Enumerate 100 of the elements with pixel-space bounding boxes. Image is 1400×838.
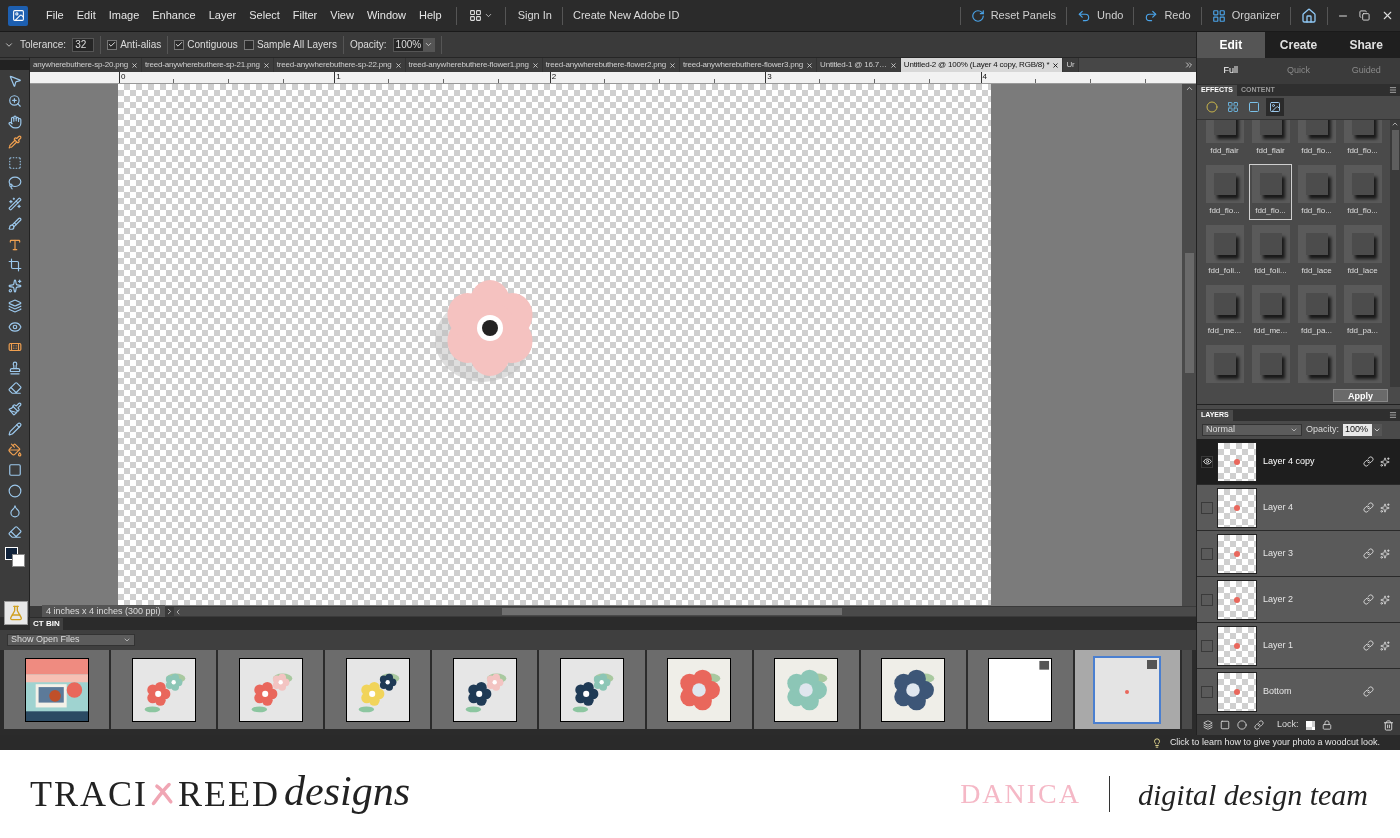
bin-thumbnail[interactable] [432, 650, 538, 729]
document-tab[interactable]: Untitled-2 @ 100% (Layer 4 copy, RGB/8) * [900, 58, 1064, 72]
checkbox[interactable] [107, 39, 118, 50]
document-tab[interactable]: treed-anywherebuthere-flower1.png [405, 58, 543, 72]
close-tab-icon[interactable] [889, 61, 897, 69]
blend-mode-dropdown[interactable]: Normal [1202, 424, 1302, 437]
visibility-toggle[interactable] [1201, 501, 1213, 514]
layer-thumbnail [1217, 533, 1257, 574]
menu-item[interactable]: Window [360, 7, 413, 24]
check-icon [175, 40, 184, 49]
bin-thumbnail[interactable] [646, 650, 752, 729]
ruler-number: 3 [767, 72, 772, 81]
menu-item[interactable]: Image [102, 7, 146, 24]
close-tab-icon[interactable] [262, 61, 270, 69]
bin-thumbnail[interactable] [325, 650, 431, 729]
bin-thumbnail[interactable] [753, 650, 859, 729]
visibility-toggle[interactable] [1201, 685, 1213, 698]
bin-thumbnail[interactable] [539, 650, 645, 729]
effects-scrollbar[interactable] [1390, 119, 1400, 388]
document-tab[interactable]: treed-anywherebuthere-sp-21.png [142, 58, 274, 72]
lightbulb-icon [1151, 737, 1162, 748]
opacity-field[interactable]: 100% [392, 37, 436, 52]
bin-scrollbar[interactable] [1182, 650, 1193, 729]
tip-link[interactable]: Click to learn how to give your photo a woodcut look. [1169, 735, 1380, 750]
visibility-toggle[interactable] [1201, 593, 1213, 606]
document-tab[interactable]: treed-anywherebuthere-sp-22.png [273, 58, 406, 72]
scroll-thumb[interactable] [1391, 129, 1399, 170]
layer-name: Bottom [1263, 684, 1293, 698]
ruler-number: 4 [982, 72, 988, 81]
fx-icon [1380, 548, 1390, 559]
document-tab[interactable]: anywherebuthere-sp-20.png [30, 58, 143, 72]
close-tab-icon[interactable] [131, 61, 139, 69]
bin-filter-dropdown[interactable]: Show Open Files [7, 634, 135, 646]
layer-thumbnail [1217, 487, 1257, 528]
panel-tab[interactable]: CT BIN [30, 618, 63, 630]
layer-row[interactable]: Layer 2 [1197, 577, 1400, 624]
scroll-thumb[interactable] [501, 608, 842, 615]
app-logo-icon[interactable] [8, 5, 28, 26]
menu-item[interactable]: Help [413, 7, 448, 24]
layer-opacity-field[interactable]: 100% [1343, 424, 1383, 437]
checkbox-label: Sample All Layers [256, 38, 337, 52]
document-tab[interactable]: Untitled-1 @ 16.7… [817, 58, 901, 72]
visibility-toggle[interactable] [1201, 547, 1213, 560]
menu-item[interactable]: Select [243, 7, 286, 24]
color-swatches-icon[interactable] [4, 546, 25, 567]
checkbox[interactable] [243, 39, 254, 50]
vertical-scrollbar[interactable] [1182, 84, 1196, 606]
layer-row[interactable]: Layer 3 [1197, 531, 1400, 578]
account-link[interactable]: Create New Adobe ID [568, 7, 684, 24]
opacity-label: Opacity: [1306, 423, 1339, 437]
toolbar-button[interactable]: Reset Panels [964, 7, 1063, 24]
mode-tab[interactable]: Share [1332, 32, 1400, 58]
account-link[interactable]: Sign In [513, 7, 556, 24]
layer-row[interactable]: Layer 4 [1197, 485, 1400, 532]
close-tab-icon[interactable] [1052, 61, 1060, 69]
close-tab-icon[interactable] [531, 61, 539, 69]
close-tab-icon[interactable] [668, 61, 676, 69]
circles-icon [1206, 101, 1218, 114]
visibility-toggle[interactable] [1201, 455, 1213, 468]
visibility-toggle[interactable] [1201, 639, 1213, 652]
menu-item[interactable]: Layer [202, 7, 243, 24]
horizontal-scrollbar[interactable] [173, 607, 1196, 616]
bin-thumbnail[interactable] [111, 650, 217, 729]
redo-icon [1144, 8, 1159, 23]
fx-icon [1380, 502, 1390, 513]
toolbox-grip[interactable] [0, 60, 29, 70]
effect-swatch[interactable]: fdd_flo... [1249, 163, 1292, 220]
effects-category-button[interactable] [1266, 98, 1284, 117]
ruler-number: 2 [551, 72, 557, 81]
bin-thumbnail[interactable] [4, 650, 110, 729]
team-title: digital design team [1138, 776, 1368, 813]
apply-button[interactable]: Apply [1333, 389, 1388, 403]
layer-row[interactable]: Layer 4 copy [1197, 439, 1400, 486]
toolbar-button[interactable]: Undo [1071, 7, 1130, 24]
bin-thumbnail[interactable] [218, 650, 324, 729]
toolbar-button[interactable]: Organizer [1205, 7, 1286, 24]
document-tab[interactable]: Ur [1063, 58, 1079, 72]
checkbox[interactable] [174, 39, 185, 50]
mode-tab[interactable]: Create [1264, 32, 1333, 58]
close-tab-icon[interactable] [806, 61, 814, 69]
edit-mode-tab[interactable]: Full [1197, 64, 1265, 78]
menu-item[interactable]: File [40, 7, 70, 24]
menu-item[interactable]: Enhance [146, 7, 202, 24]
layer-row[interactable]: Bottom [1197, 669, 1400, 716]
toolbar-button[interactable]: Redo [1138, 7, 1197, 24]
menu-item[interactable]: View [324, 7, 360, 24]
lock-transparency-icon[interactable] [1305, 720, 1315, 730]
document-tab[interactable]: treed-anywherebuthere-flower2.png [542, 58, 680, 72]
layer-row[interactable]: Layer 1 [1197, 623, 1400, 670]
more-tabs-icon[interactable] [1184, 60, 1194, 70]
tolerance-label: Tolerance: [20, 38, 67, 52]
document-tab[interactable]: treed-anywherebuthere-flower3.png [679, 58, 818, 72]
tolerance-field[interactable]: 32 [72, 37, 95, 52]
bin-thumbnail[interactable] [860, 650, 966, 729]
scroll-thumb[interactable] [1184, 253, 1194, 373]
menu-item[interactable]: Filter [286, 7, 324, 24]
mode-tab[interactable]: Edit [1197, 32, 1265, 58]
menu-item[interactable]: Edit [70, 7, 102, 24]
bin-thumbnail[interactable] [1074, 650, 1181, 729]
bin-thumbnail[interactable] [967, 650, 1073, 729]
